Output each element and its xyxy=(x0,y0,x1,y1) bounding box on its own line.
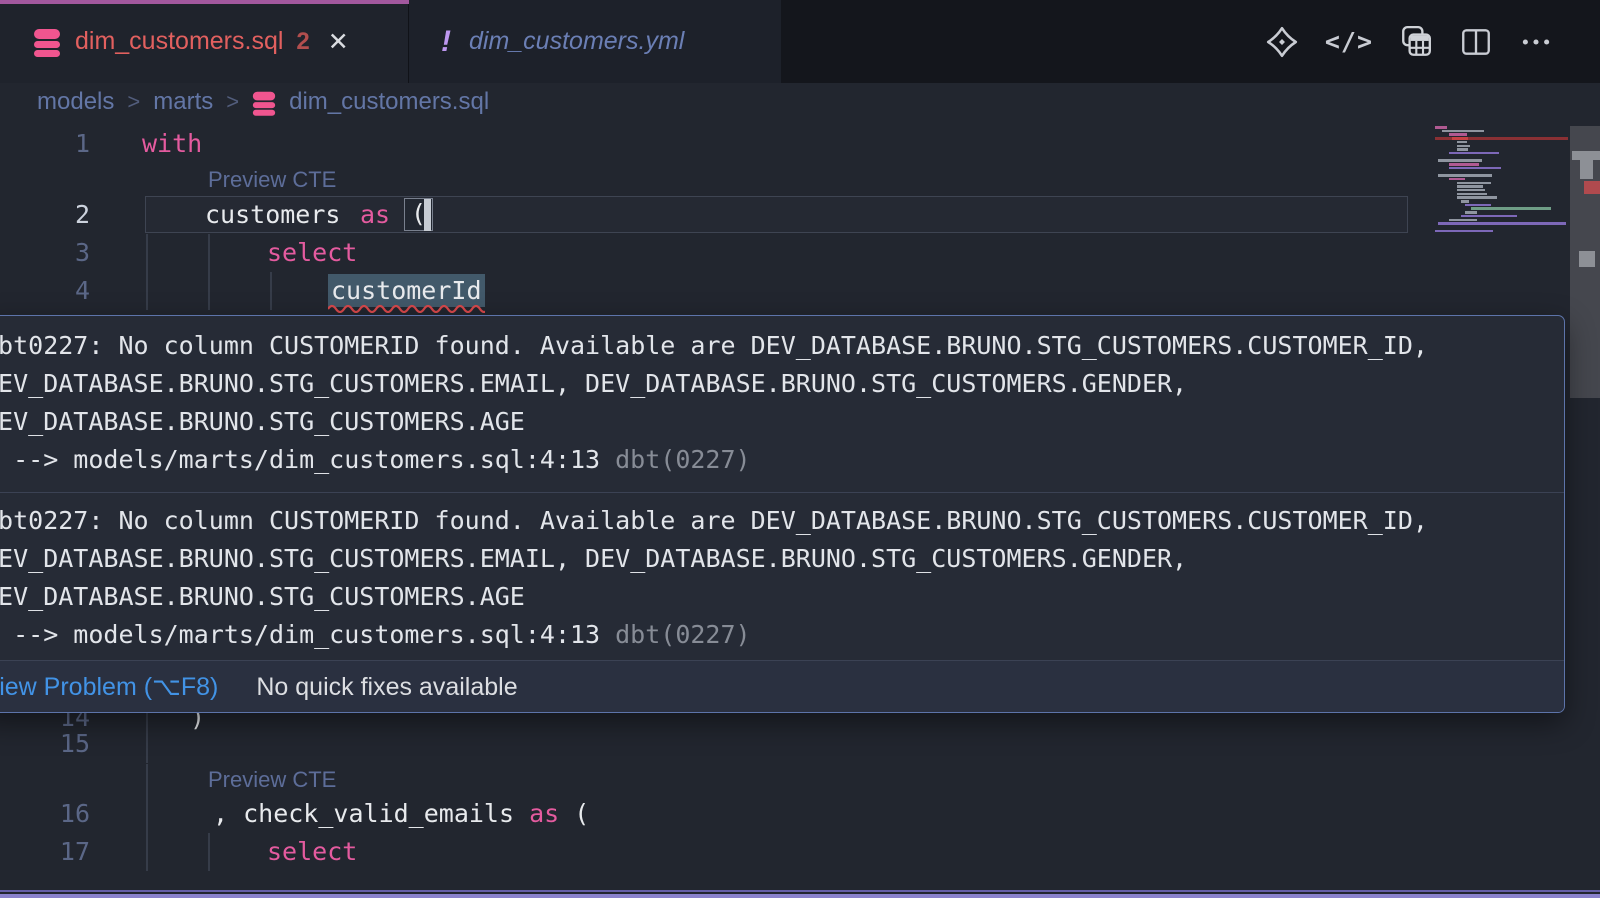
error-message-2: dbt0227: No column CUSTOMERID found. Ava… xyxy=(0,492,1564,660)
database-icon xyxy=(33,26,61,57)
code-token: customers xyxy=(205,196,340,234)
error-exclamation-icon: ! xyxy=(441,25,451,59)
code-token: as xyxy=(360,196,390,234)
minimap-line xyxy=(1461,215,1517,218)
editor-window: dim_customers.sql 2 ✕ ! dim_customers.ym… xyxy=(0,0,1600,898)
query-results-icon[interactable] xyxy=(1399,25,1433,59)
breadcrumb: models > marts > dim_customers.sql xyxy=(0,83,1600,121)
tab-title: dim_customers.yml xyxy=(469,27,684,56)
code-token: select xyxy=(267,833,357,871)
minimap-line xyxy=(1449,163,1479,166)
close-tab-icon[interactable]: ✕ xyxy=(328,27,349,57)
minimap-line xyxy=(1435,230,1493,233)
error-source-code: dbt(0227) xyxy=(615,620,750,649)
text-cursor xyxy=(424,199,431,231)
minimap-line xyxy=(1457,185,1483,188)
minimap-line xyxy=(1438,159,1482,162)
tab-dirty-count: 2 xyxy=(296,28,309,56)
code-line-1[interactable]: 1 with xyxy=(0,125,1600,163)
minimap[interactable] xyxy=(1435,126,1568,246)
breadcrumb-item-marts[interactable]: marts xyxy=(153,88,213,116)
breadcrumb-item-file[interactable]: dim_customers.sql xyxy=(289,88,489,116)
minimap-line xyxy=(1457,145,1470,148)
minimap-line xyxy=(1449,152,1499,155)
compile-code-icon[interactable]: </> xyxy=(1325,27,1373,56)
window-edge-line xyxy=(0,894,1600,898)
minimap-line xyxy=(1438,222,1566,225)
more-actions-icon[interactable] xyxy=(1519,25,1553,59)
minimap-line xyxy=(1449,133,1467,136)
chevron-right-icon: > xyxy=(127,89,140,115)
error-hover-popup: dbt0227: No column CUSTOMERID found. Ava… xyxy=(0,315,1565,713)
line-number: 17 xyxy=(0,833,90,871)
active-tab-indicator xyxy=(0,0,409,4)
code-token: select xyxy=(267,234,357,272)
error-source-code: dbt(0227) xyxy=(615,445,750,474)
code-lens-row: Preview CTE xyxy=(0,164,1600,196)
minimap-line xyxy=(1442,130,1484,133)
error-location: --> models/marts/dim_customers.sql:4:13 xyxy=(0,445,600,474)
tab-title: dim_customers.sql xyxy=(75,27,283,56)
minimap-line xyxy=(1452,137,1468,140)
minimap-line xyxy=(1465,211,1477,214)
minimap-line xyxy=(1471,207,1551,210)
line-number-active: 2 xyxy=(0,196,90,234)
no-quick-fixes-label: No quick fixes available xyxy=(256,673,517,702)
minimap-line xyxy=(1438,174,1492,177)
tab-dim-customers-yml[interactable]: ! dim_customers.yml xyxy=(409,0,781,83)
dbt-icon[interactable] xyxy=(1265,25,1299,59)
line-number: 4 xyxy=(0,272,90,310)
minimap-line xyxy=(1457,196,1497,199)
minimap-line xyxy=(1449,178,1465,181)
minimap-line xyxy=(1449,167,1501,170)
line-number: 16 xyxy=(0,795,90,833)
code-token: with xyxy=(142,125,202,163)
minimap-line xyxy=(1461,200,1469,203)
minimap-line xyxy=(1435,126,1447,129)
line-number: 1 xyxy=(0,125,90,163)
editor-actions: </> xyxy=(1265,0,1600,83)
minimap-line xyxy=(1457,189,1485,192)
preview-cte-code-lens[interactable]: Preview CTE xyxy=(208,164,336,196)
breadcrumb-item-models[interactable]: models xyxy=(37,88,114,116)
code-token: , check_valid_emails as ( xyxy=(213,795,589,833)
tab-dim-customers-sql[interactable]: dim_customers.sql 2 ✕ xyxy=(0,0,409,83)
code-line-15[interactable]: 15 xyxy=(0,725,1600,763)
code-lens-row: Preview CTE xyxy=(0,764,1600,795)
minimap-line xyxy=(1449,219,1477,222)
line-number: 15 xyxy=(0,725,90,763)
code-line-3[interactable]: 3 select xyxy=(0,234,1600,272)
error-location: --> models/marts/dim_customers.sql:4:13 xyxy=(0,620,600,649)
minimap-line xyxy=(1465,204,1491,207)
hover-status-bar: View Problem (⌥F8) No quick fixes availa… xyxy=(0,660,1564,713)
tab-bar: dim_customers.sql 2 ✕ ! dim_customers.ym… xyxy=(0,0,1600,83)
minimap-line xyxy=(1457,141,1467,144)
chevron-right-icon: > xyxy=(226,89,239,115)
code-line-4[interactable]: 4 customerId xyxy=(0,272,1600,310)
window-edge-line xyxy=(0,890,1600,892)
code-line-17[interactable]: 17 select xyxy=(0,833,1600,871)
minimap-line xyxy=(1457,193,1487,196)
view-problem-link[interactable]: View Problem (⌥F8) xyxy=(0,672,218,702)
error-squiggle xyxy=(328,304,485,313)
preview-cte-code-lens[interactable]: Preview CTE xyxy=(208,764,336,796)
error-message-1: dbt0227: No column CUSTOMERID found. Ava… xyxy=(0,316,1564,492)
database-icon xyxy=(252,89,276,116)
line-number: 3 xyxy=(0,234,90,272)
code-line-16[interactable]: 16 , check_valid_emails as ( xyxy=(0,795,1600,833)
split-editor-icon[interactable] xyxy=(1459,25,1493,59)
minimap-line xyxy=(1457,148,1468,151)
code-line-2[interactable]: 2 customers as ( xyxy=(0,196,1600,233)
minimap-line xyxy=(1457,182,1491,185)
